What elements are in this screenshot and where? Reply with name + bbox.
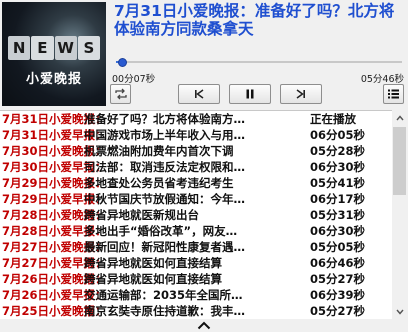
playlist-item[interactable]: 7月27日小爱晚报： 最新回应！新冠阳性康复者遇… 05分05秒	[0, 239, 392, 255]
playlist-item-title: 交通运输部：2035年全国所…	[84, 288, 243, 302]
playlist-menu-icon	[388, 89, 399, 99]
playlist-item[interactable]: 7月30日小爱晚报： 机票燃油附加费年内首次下调 05分28秒	[0, 143, 392, 159]
pause-icon	[246, 89, 254, 99]
previous-button[interactable]	[178, 84, 220, 104]
track-title: 7月31日小爱晚报：准备好了吗？北方将体验南方同款桑拿天	[114, 2, 395, 38]
playlist-item-title: 中国游戏市场上半年收入与用…	[84, 128, 245, 142]
progress-slider[interactable]	[114, 58, 404, 67]
playlist-item[interactable]: 7月31日小爱早报： 中国游戏市场上半年收入与用… 06分05秒	[0, 127, 392, 143]
playlist-item[interactable]: 7月28日小爱晚报： 跨省异地就医新规出台 05分31秒	[0, 207, 392, 223]
playlist-item-duration: 05分31秒	[310, 208, 366, 222]
progress-handle[interactable]	[117, 58, 127, 67]
pause-button[interactable]	[229, 84, 271, 104]
cover-news-letter: S	[77, 36, 100, 60]
scroll-down-button[interactable]	[392, 304, 408, 319]
album-cover: N E W S 小爱晚报	[2, 2, 106, 106]
player-panel: N E W S 小爱晚报 7月31日小爱晚报：准备好了吗？北方将体验南方同款桑拿…	[0, 0, 408, 108]
playlist: 7月31日小爱晚报： 准备好了吗？北方将体验南方… 正在播放 7月31日小爱早报： 中国…	[0, 110, 392, 320]
next-button[interactable]	[280, 84, 322, 104]
scroll-thumb[interactable]	[393, 127, 406, 195]
playlist-menu-button[interactable]	[383, 84, 404, 104]
playlist-item-title: 机票燃油附加费年内首次下调	[84, 144, 234, 158]
playlist-item-title: 南京玄奘寺原住持道歉：我丰…	[84, 304, 245, 318]
total-time: 05分46秒	[360, 74, 404, 85]
playlist-item[interactable]: 7月29日小爱早报： 中秋节国庆节放假通知：今年… 06分17秒	[0, 191, 392, 207]
scroll-up-button[interactable]	[392, 110, 408, 125]
playlist-item-duration: 05分41秒	[310, 176, 366, 190]
playlist-item-duration: 05分28秒	[310, 144, 366, 158]
progress-track	[116, 61, 402, 63]
playlist-item-title: 跨省异地就医新规出台	[84, 208, 199, 222]
playlist-item-duration: 06分30秒	[310, 160, 366, 174]
playlist-item[interactable]: 7月26日小爱早报： 交通运输部：2035年全国所… 06分39秒	[0, 287, 392, 303]
loop-button[interactable]	[110, 84, 131, 104]
skip-previous-icon	[195, 89, 204, 99]
playlist-item-duration: 05分27秒	[310, 304, 366, 318]
scroll-up-arrow-icon	[396, 114, 404, 120]
playlist-item-title: 最新回应！新冠阳性康复者遇…	[84, 240, 245, 254]
scroll-down-arrow-icon	[396, 309, 404, 315]
playlist-item-title: 准备好了吗？北方将体验南方…	[84, 112, 245, 126]
playlist-item-title: 中秋节国庆节放假通知：今年…	[84, 192, 245, 206]
chevron-up-icon	[197, 321, 211, 330]
playlist-item[interactable]: 7月26日小爱晚报： 跨省异地就医如何直接结算 05分27秒	[0, 271, 392, 287]
loop-icon	[114, 88, 127, 100]
playlist-item-duration: 06分30秒	[310, 224, 366, 238]
cover-news-letter: E	[31, 36, 54, 60]
playlist-scrollbar[interactable]	[392, 110, 408, 319]
playlist-item[interactable]: 7月25日小爱晚报： 南京玄奘寺原住持道歉：我丰… 05分27秒	[0, 303, 392, 319]
skip-next-icon	[296, 89, 305, 99]
cover-subtitle: 小爱晚报	[25, 72, 82, 87]
playlist-item-title: 多地出手“婚俗改革”，网友…	[84, 224, 238, 238]
playlist-item-duration: 06分05秒	[310, 128, 366, 142]
playlist-item-title: 跨省异地就医如何直接结算	[84, 256, 222, 270]
playlist-item[interactable]: 7月28日小爱早报： 多地出手“婚俗改革”，网友… 06分30秒	[0, 223, 392, 239]
cover-news-letter: W	[54, 36, 77, 60]
collapse-bar[interactable]	[0, 319, 408, 332]
playlist-item-title: 司法部：取消违反法定权限和…	[84, 160, 245, 174]
playlist-item-title: 多地查处公务员省考违纪考生	[84, 176, 234, 190]
playlist-item-duration: 06分39秒	[310, 288, 366, 302]
playlist-item[interactable]: 7月27日小爱早报： 跨省异地就医如何直接结算 06分46秒	[0, 255, 392, 271]
playlist-item-duration: 05分05秒	[310, 240, 366, 254]
playlist-item-title: 跨省异地就医如何直接结算	[84, 272, 222, 286]
playlist-item-duration: 06分17秒	[310, 192, 366, 206]
cover-news-letter: N	[8, 36, 31, 60]
playlist-item[interactable]: 7月31日小爱晚报： 准备好了吗？北方将体验南方… 正在播放	[0, 111, 392, 127]
elapsed-time: 00分07秒	[112, 74, 156, 85]
playlist-item-duration: 正在播放	[310, 112, 356, 126]
playlist-item[interactable]: 7月29日小爱晚报： 多地查处公务员省考违纪考生 05分41秒	[0, 175, 392, 191]
playlist-item-duration: 05分27秒	[310, 272, 366, 286]
cover-news-logo: N E W S	[8, 36, 100, 60]
playlist-item[interactable]: 7月30日小爱早报： 司法部：取消违反法定权限和… 06分30秒	[0, 159, 392, 175]
playlist-item-duration: 06分46秒	[310, 256, 366, 270]
